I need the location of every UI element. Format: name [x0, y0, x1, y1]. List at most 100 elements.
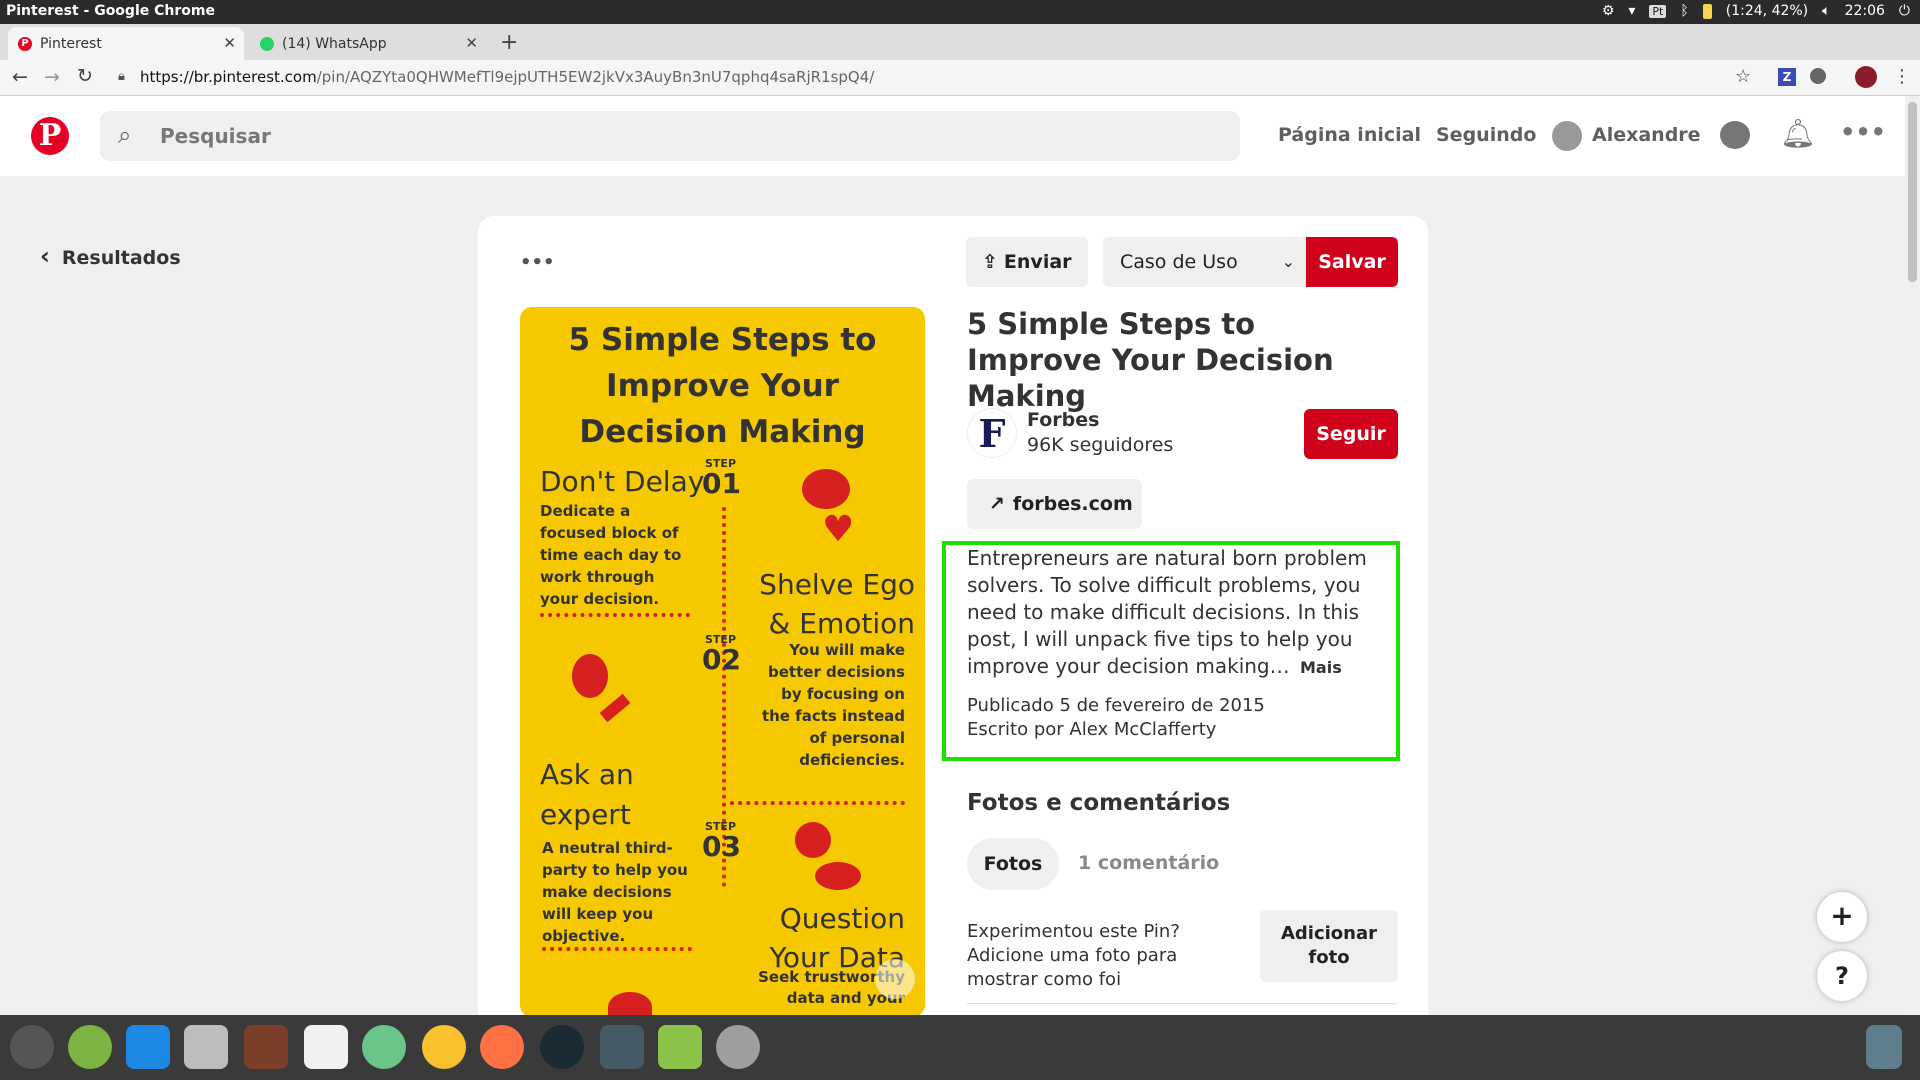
page-scrollbar[interactable] — [1905, 96, 1920, 1016]
back-label: Resultados — [61, 247, 181, 269]
notes-icon[interactable] — [658, 1025, 702, 1069]
external-link-icon: ↗ — [989, 493, 1005, 515]
pin-image[interactable]: 5 Simple Steps to Improve Your Decision … — [520, 307, 925, 1017]
notifications-bell-icon[interactable]: 🔔︎ — [1780, 117, 1816, 150]
chrome-menu-icon[interactable]: ⋮ — [1893, 66, 1911, 87]
window-title: Pinterest - Google Chrome — [6, 3, 215, 19]
user-avatar[interactable] — [1552, 121, 1582, 151]
tab-comments[interactable]: 1 comentário — [1078, 852, 1219, 874]
search-icon: ⌕ — [118, 121, 132, 149]
pin-title: 5 Simple Steps to Improve Your Decision … — [967, 307, 1334, 413]
board-select[interactable]: Caso de Uso ⌄ — [1103, 237, 1307, 287]
whatsapp-icon — [260, 36, 274, 51]
create-plus-button[interactable]: + — [1817, 892, 1867, 942]
book-app-icon[interactable] — [244, 1025, 288, 1069]
power-icon[interactable]: ⏻ — [1899, 3, 1910, 19]
gimp-icon[interactable] — [716, 1025, 760, 1069]
back-to-results-button[interactable]: ‹ Resultados — [40, 242, 181, 270]
android-studio-icon[interactable] — [68, 1025, 112, 1069]
keyboard-layout[interactable]: Pt — [1649, 4, 1667, 18]
forward-arrow-icon[interactable]: → — [44, 66, 60, 88]
tab-whatsapp[interactable]: (14) WhatsApp ✕ — [250, 27, 486, 60]
forbes-logo[interactable]: F — [967, 408, 1017, 458]
battery-icon[interactable] — [1702, 3, 1712, 19]
pin-more-icon[interactable]: ••• — [520, 252, 555, 273]
vscode-icon[interactable] — [126, 1025, 170, 1069]
step2-title: Shelve Ego & Emotion — [759, 568, 915, 640]
pinterest-logo[interactable]: P — [31, 117, 69, 155]
source-link-button[interactable]: ↗ forbes.com — [967, 479, 1142, 529]
ubuntu-launcher-icon[interactable] — [10, 1025, 54, 1069]
bluetooth-icon[interactable]: ᛒ — [1680, 3, 1688, 19]
step1-text: Dedicate a focused block of time each da… — [540, 502, 682, 608]
url-path: /pin/AQZYta0QHWMefTl9ejpUTH5EW2jkVx3AuyB… — [316, 68, 875, 86]
slack-icon[interactable] — [304, 1025, 348, 1069]
help-button[interactable]: ? — [1817, 951, 1867, 1001]
clock[interactable]: 22:06 — [1845, 3, 1885, 19]
volume-icon[interactable]: 🔈︎ — [1822, 3, 1830, 19]
files-icon[interactable] — [184, 1025, 228, 1069]
more-options-icon[interactable]: ••• — [1840, 118, 1886, 146]
send-label: Enviar — [1003, 251, 1072, 273]
published-date: Publicado 5 de fevereiro de 2015 — [967, 695, 1265, 716]
extension-icon[interactable] — [1810, 68, 1826, 84]
step1-number: 01 — [702, 467, 741, 500]
tab-pinterest[interactable]: P Pinterest ✕ — [8, 27, 244, 60]
chrome-icon[interactable] — [422, 1025, 466, 1069]
system-title-bar: Pinterest - Google Chrome ⚙ ▾ Pt ᛒ (1:24… — [0, 0, 1920, 24]
pencil-icon — [599, 693, 631, 723]
chevron-left-icon: ‹ — [40, 242, 50, 270]
close-tab-icon[interactable]: ✕ — [465, 34, 478, 52]
gitkraken-icon[interactable] — [540, 1025, 584, 1069]
speech-bubble-icon — [802, 469, 850, 509]
step3-text: A neutral third-party to help you make d… — [542, 839, 688, 945]
terminal-icon[interactable] — [600, 1025, 644, 1069]
battery-status: (1:24, 42%) — [1725, 3, 1809, 19]
share-icon: ⇪ — [982, 251, 998, 273]
source-followers: 96K seguidores — [1027, 434, 1174, 456]
settings-icon[interactable]: ⚙ — [1602, 3, 1615, 19]
reload-icon[interactable]: ↻ — [77, 65, 93, 87]
visual-search-icon[interactable] — [875, 959, 915, 999]
postman-icon[interactable] — [480, 1025, 524, 1069]
step2-text: You will make better decisions by focusi… — [761, 641, 905, 769]
add-photo-button[interactable]: Adicionar foto — [1260, 910, 1398, 982]
send-button[interactable]: ⇪ Enviar — [966, 237, 1088, 287]
step1-title: Don't Delay — [540, 465, 705, 498]
browser-tab-bar: P Pinterest ✕ (14) WhatsApp ✕ + — [0, 24, 1920, 60]
system-tray: ⚙ ▾ Pt ᛒ (1:24, 42%) 🔈︎ 22:06 ⏻ — [1602, 3, 1910, 19]
dotted-divider — [540, 613, 690, 617]
nav-following[interactable]: Seguindo — [1436, 124, 1536, 146]
bookmark-star-icon[interactable]: ☆ — [1735, 66, 1751, 87]
source-name[interactable]: Forbes — [1027, 409, 1099, 431]
author: Escrito por Alex McClafferty — [967, 719, 1217, 740]
tab-photos[interactable]: Fotos — [967, 838, 1059, 890]
nav-user[interactable]: Alexandre — [1592, 124, 1701, 146]
more-link[interactable]: Mais — [1300, 658, 1342, 677]
pin-description: Entrepreneurs are natural born problem s… — [967, 545, 1397, 681]
wifi-icon[interactable]: ▾ — [1628, 3, 1635, 19]
lock-icon[interactable]: 🔒︎ — [118, 69, 125, 84]
tab-label: Pinterest — [40, 35, 102, 52]
url-field[interactable]: https://br.pinterest.com/pin/AQZYta0QHWM… — [140, 68, 874, 86]
atom-icon[interactable] — [362, 1025, 406, 1069]
step3-number: 03 — [702, 830, 741, 863]
back-arrow-icon[interactable]: ← — [12, 66, 28, 88]
step2-number: 02 — [702, 643, 741, 676]
tab-label: (14) WhatsApp — [282, 35, 387, 52]
new-tab-button[interactable]: + — [500, 30, 518, 55]
save-button[interactable]: Salvar — [1306, 237, 1398, 287]
search-placeholder: Pesquisar — [160, 124, 271, 148]
follow-button[interactable]: Seguir — [1304, 409, 1398, 459]
trash-icon[interactable] — [1866, 1025, 1902, 1069]
close-tab-icon[interactable]: ✕ — [223, 34, 236, 52]
infographic-title: 5 Simple Steps to Improve Your Decision … — [568, 322, 877, 450]
zotero-extension-icon[interactable]: Z — [1778, 68, 1796, 86]
nav-home[interactable]: Página inicial — [1278, 124, 1421, 146]
profile-avatar-icon[interactable] — [1855, 66, 1877, 88]
messages-icon[interactable] — [1720, 121, 1750, 149]
search-input[interactable]: ⌕ Pesquisar — [100, 111, 1240, 161]
dotted-divider — [730, 801, 905, 805]
scrollbar-thumb[interactable] — [1908, 102, 1917, 282]
os-taskbar — [0, 1015, 1920, 1080]
